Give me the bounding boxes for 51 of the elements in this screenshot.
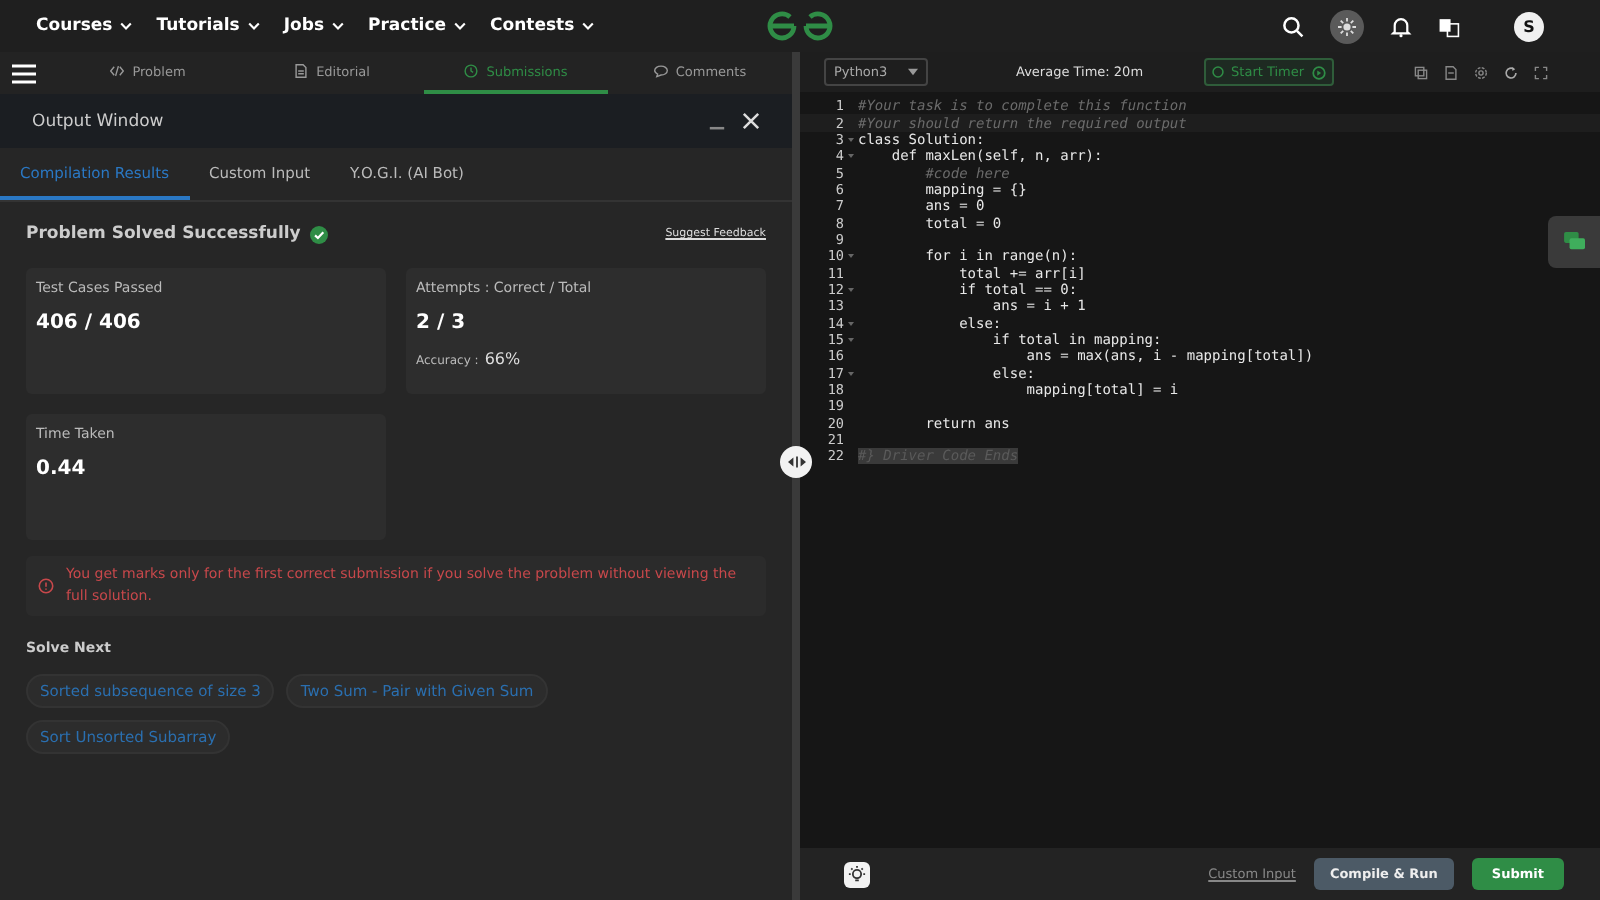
menu-icon[interactable]	[12, 63, 36, 83]
settings-icon[interactable]	[1474, 65, 1488, 79]
file-icon[interactable]	[1444, 65, 1458, 79]
fold-caret-icon[interactable]	[847, 287, 853, 292]
nav-menu-item[interactable]: Jobs	[283, 16, 345, 36]
output-window-title: Output Window	[32, 111, 164, 131]
copy-icon[interactable]	[1414, 65, 1428, 79]
refresh-icon[interactable]	[1504, 65, 1518, 79]
circle-icon	[1211, 66, 1224, 78]
sun-icon	[1338, 17, 1356, 35]
status-heading: Problem Solved Successfully	[26, 224, 301, 244]
fullscreen-icon[interactable]	[1534, 65, 1548, 79]
check-circle-icon	[310, 225, 329, 243]
accuracy-value: 66%	[484, 350, 521, 368]
caret-icon	[908, 68, 918, 76]
fold-caret-icon[interactable]	[847, 137, 853, 142]
nav-menu-item[interactable]: Practice	[368, 16, 466, 36]
theme-toggle-button[interactable]	[1330, 9, 1364, 43]
chevron-down-icon	[247, 22, 260, 30]
bell-icon[interactable]	[1390, 15, 1412, 37]
fold-caret-icon[interactable]	[847, 337, 853, 342]
fold-caret-icon[interactable]	[847, 254, 853, 259]
nav-menu-item[interactable]: Contests	[490, 16, 595, 36]
chevron-down-icon	[582, 22, 595, 30]
chat-icon	[1563, 232, 1585, 252]
close-icon[interactable]	[742, 112, 760, 130]
nav-menu-item[interactable]: Tutorials	[156, 16, 260, 36]
fold-caret-icon[interactable]	[847, 371, 853, 376]
code-icon	[110, 64, 125, 78]
logo-icon[interactable]	[766, 10, 834, 42]
fold-caret-icon[interactable]	[847, 154, 853, 159]
fold-caret-icon[interactable]	[847, 321, 853, 326]
stat-value: 2 / 3	[416, 312, 468, 334]
translate-icon[interactable]	[1438, 15, 1460, 37]
user-avatar[interactable]: S	[1514, 11, 1544, 41]
speech-bubble-icon	[653, 64, 668, 78]
chevron-down-icon	[120, 22, 133, 30]
document-icon	[294, 64, 309, 78]
stat-value: 406 / 406	[36, 312, 143, 334]
play-icon	[1312, 65, 1327, 79]
chevron-down-icon	[332, 22, 345, 30]
chat-button[interactable]	[1548, 216, 1600, 268]
lightbulb-button[interactable]	[844, 861, 870, 887]
clock-icon	[464, 64, 479, 78]
search-icon[interactable]	[1282, 15, 1304, 37]
nav-menu-item[interactable]: Courses	[36, 16, 133, 36]
info-icon	[38, 578, 54, 594]
resize-arrows-icon	[787, 456, 805, 468]
chevron-down-icon	[454, 22, 466, 30]
stat-value: 0.44	[36, 458, 88, 480]
lightbulb-icon	[848, 865, 866, 883]
